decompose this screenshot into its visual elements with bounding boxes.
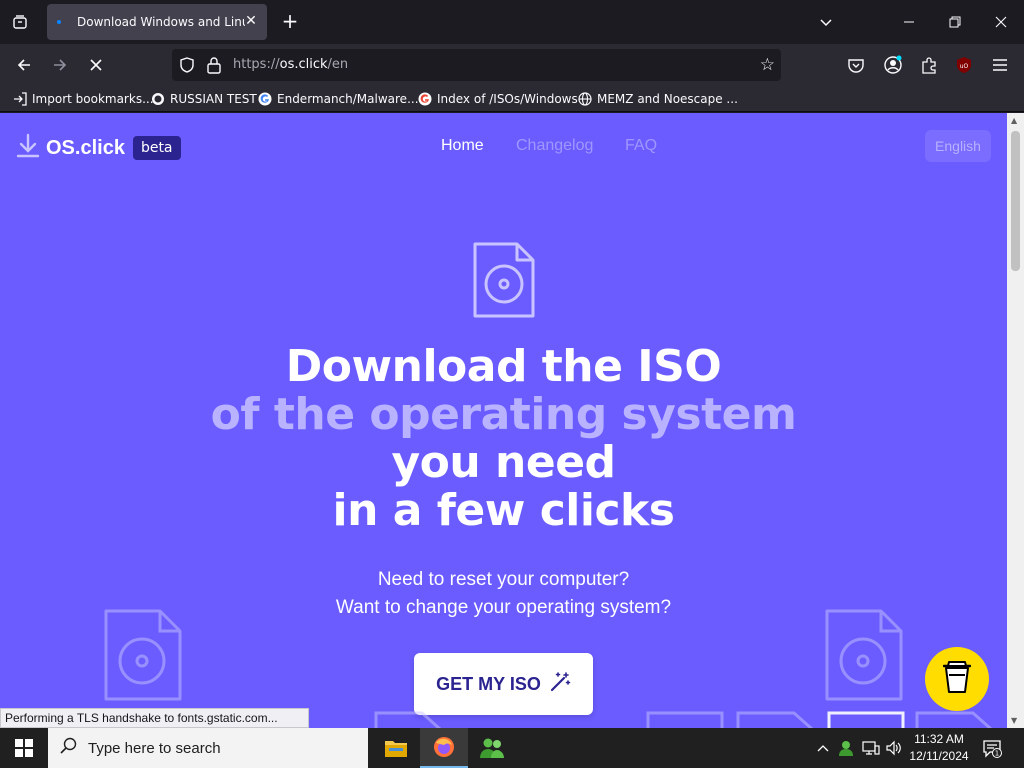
github-icon	[150, 91, 166, 107]
account-icon[interactable]	[881, 53, 905, 77]
bookmark-label: MEMZ and Noescape ...	[597, 92, 738, 106]
decorative-file-icon	[646, 711, 726, 728]
headline-line-1: Download the ISO	[285, 341, 722, 392]
decorative-file-icon	[374, 711, 444, 728]
brand-name: OS.click	[46, 136, 125, 159]
firefox-taskbar-button[interactable]	[420, 728, 468, 768]
google-icon	[257, 91, 273, 107]
active-tab[interactable]: Download Windows and Linux ISO ✕	[47, 4, 267, 40]
bookmarks-toolbar: Import bookmarks... RUSSIAN TEST Enderma…	[0, 86, 1024, 112]
bookmark-endermanch[interactable]: Endermanch/Malware...	[257, 90, 419, 108]
download-icon	[16, 133, 40, 163]
taskbar-clock[interactable]: 11:32 AM 12/11/2024	[904, 731, 974, 765]
address-bar[interactable]: https://os.click/en ☆	[172, 49, 781, 81]
decorative-disc-file-icon	[825, 609, 905, 705]
decorative-file-icon	[827, 711, 907, 728]
nav-faq-link[interactable]: FAQ	[625, 137, 657, 155]
decorative-file-icon	[736, 711, 816, 728]
extensions-icon[interactable]	[917, 53, 941, 77]
bookmark-russian-test[interactable]: RUSSIAN TEST	[150, 90, 257, 108]
scrollbar-thumb[interactable]	[1011, 131, 1020, 271]
headline-line-3: you need	[391, 437, 616, 488]
loading-icon	[57, 20, 61, 24]
page-scrollbar[interactable]: ▲ ▼	[1007, 113, 1024, 728]
svg-text:uO: uO	[960, 63, 969, 70]
bookmark-star-icon[interactable]: ☆	[760, 55, 775, 75]
people-app-taskbar-button[interactable]	[468, 728, 516, 768]
bookmark-label: Import bookmarks...	[32, 92, 154, 106]
taskbar-search-box[interactable]: Type here to search	[48, 728, 368, 768]
bookmark-memz[interactable]: MEMZ and Noescape ...	[577, 90, 738, 108]
forward-button[interactable]	[46, 51, 74, 79]
new-tab-button[interactable]: +	[278, 10, 302, 34]
bookmark-index-isos[interactable]: Index of /ISOs/Windows	[417, 90, 578, 108]
user-status-icon[interactable]	[836, 738, 856, 758]
headline-line-4: in a few clicks	[332, 485, 675, 536]
search-icon	[60, 737, 78, 759]
clock-time: 11:32 AM	[914, 732, 964, 746]
decorative-disc-file-icon	[104, 609, 184, 705]
bookmark-label: RUSSIAN TEST	[170, 92, 257, 106]
web-page: OS.click beta Home Changelog FAQ English…	[0, 113, 1007, 728]
clock-date: 12/11/2024	[909, 749, 969, 763]
get-my-iso-button[interactable]: GET MY ISO	[414, 653, 593, 715]
headline-line-2: of the operating system	[210, 389, 797, 440]
status-bar: Performing a TLS handshake to fonts.gsta…	[0, 708, 309, 728]
bookmark-label: Index of /ISOs/Windows	[437, 92, 578, 106]
pocket-icon[interactable]	[844, 53, 868, 77]
subheading-line-1: Need to reset your computer?	[377, 569, 630, 590]
tab-title: Download Windows and Linux ISO	[77, 15, 245, 29]
scroll-down-icon[interactable]: ▼	[1011, 716, 1017, 725]
back-button[interactable]	[10, 51, 38, 79]
lock-icon[interactable]	[206, 56, 222, 78]
search-placeholder: Type here to search	[88, 739, 221, 757]
close-window-button[interactable]	[987, 8, 1015, 36]
browser-tab-bar: Download Windows and Linux ISO ✕ +	[0, 0, 1024, 44]
import-icon	[12, 91, 28, 107]
google-icon	[417, 91, 433, 107]
navigation-toolbar: https://os.click/en ☆ uO	[0, 44, 1024, 86]
close-tab-icon[interactable]: ✕	[243, 13, 259, 29]
chevron-down-icon[interactable]	[812, 8, 840, 36]
shield-icon[interactable]	[178, 56, 196, 78]
bookmark-import[interactable]: Import bookmarks...	[12, 90, 154, 108]
notification-center-icon[interactable]: 1	[980, 736, 1004, 760]
scroll-up-icon[interactable]: ▲	[1011, 116, 1017, 125]
nav-home-link[interactable]: Home	[441, 137, 484, 155]
decorative-file-icon	[915, 711, 995, 728]
windows-taskbar: Type here to search 11:32 AM 12/11/2024 …	[0, 728, 1024, 768]
menu-icon[interactable]	[988, 53, 1012, 77]
bookmark-label: Endermanch/Malware...	[277, 92, 419, 106]
magic-wand-icon	[549, 671, 571, 698]
beta-badge: beta	[132, 136, 181, 160]
restore-button[interactable]	[941, 8, 969, 36]
buy-me-a-coffee-button[interactable]	[925, 647, 989, 711]
nav-changelog-link[interactable]: Changelog	[516, 137, 593, 155]
url-text: https://os.click/en	[233, 57, 349, 72]
show-hidden-icons-chevron-up-icon[interactable]	[813, 738, 833, 758]
tab-list-icon[interactable]	[6, 8, 34, 36]
disc-file-icon	[472, 241, 536, 323]
file-explorer-taskbar-button[interactable]	[372, 728, 420, 768]
globe-icon	[577, 91, 593, 107]
stop-loading-button[interactable]	[82, 51, 110, 79]
network-icon[interactable]	[861, 738, 881, 758]
ublock-origin-icon[interactable]: uO	[952, 53, 976, 77]
minimize-button[interactable]	[895, 8, 923, 36]
notification-count: 1	[995, 750, 999, 758]
coffee-cup-icon	[942, 660, 972, 698]
site-logo[interactable]: OS.click beta	[16, 133, 181, 163]
windows-start-button[interactable]	[0, 728, 48, 768]
language-button[interactable]: English	[925, 130, 991, 162]
cta-label: GET MY ISO	[436, 673, 541, 694]
volume-icon[interactable]	[884, 738, 904, 758]
